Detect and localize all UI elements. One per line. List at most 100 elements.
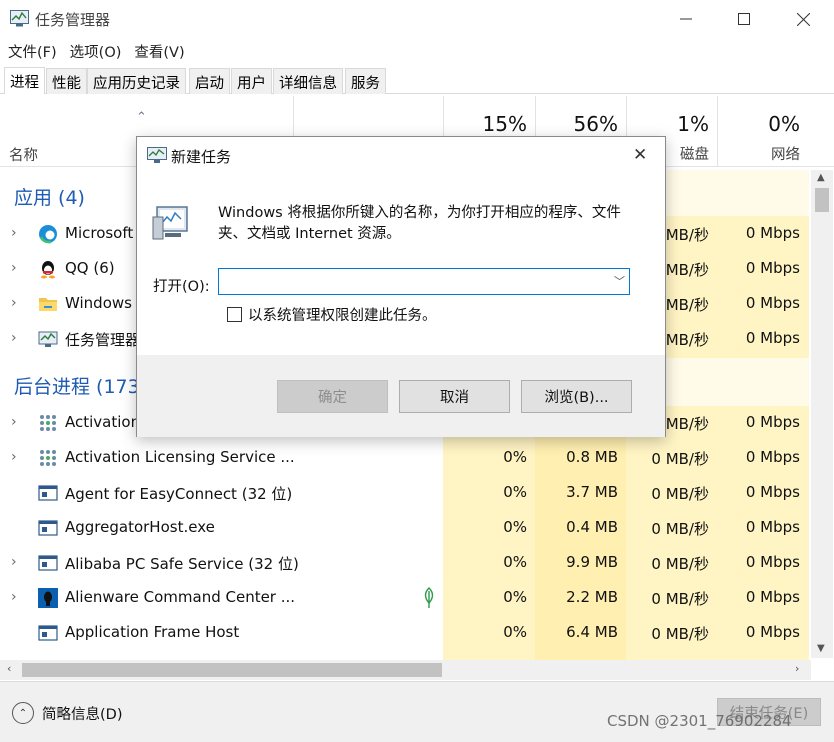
tab-app-history[interactable]: 应用历史记录 bbox=[87, 68, 186, 94]
network-value: 0 Mbps bbox=[745, 623, 800, 641]
scroll-up-icon[interactable]: ▲ bbox=[817, 172, 825, 183]
edge-icon bbox=[39, 225, 57, 244]
memory-value: 9.9 MB bbox=[566, 553, 618, 571]
fewer-details-button[interactable]: ⌃ 简略信息(D) bbox=[12, 702, 122, 724]
tab-performance[interactable]: 性能 bbox=[46, 68, 87, 94]
chevron-right-icon[interactable]: › bbox=[11, 330, 17, 346]
tab-users[interactable]: 用户 bbox=[231, 68, 272, 94]
dialog-button-bar: 确定 取消 浏览(B)... bbox=[137, 355, 665, 437]
process-name: QQ (6) bbox=[65, 259, 115, 277]
admin-checkbox[interactable] bbox=[227, 307, 242, 322]
efficiency-leaf-icon bbox=[424, 587, 434, 608]
memory-value: 6.4 MB bbox=[566, 623, 618, 641]
footer-bar: ⌃ 简略信息(D) 结束任务(E) CSDN @2301_76902284 bbox=[0, 681, 834, 742]
scroll-thumb[interactable] bbox=[815, 188, 829, 212]
process-name: Microsoft bbox=[65, 224, 134, 242]
chevron-down-icon[interactable]: ﹀ bbox=[614, 273, 625, 289]
cpu-value: 0% bbox=[503, 623, 527, 641]
browse-button[interactable]: 浏览(B)... bbox=[521, 380, 632, 413]
table-row[interactable]: › Alibaba PC Safe Service (32 位) 0% 9.9 … bbox=[0, 546, 809, 581]
column-name[interactable]: 名称 bbox=[9, 144, 38, 165]
tab-processes[interactable]: 进程 bbox=[4, 67, 45, 94]
process-name: Application Frame Host bbox=[65, 623, 240, 641]
window-app-icon bbox=[38, 555, 58, 571]
tab-details[interactable]: 详细信息 bbox=[273, 68, 343, 94]
disk-value: 0 MB/秒 bbox=[651, 590, 709, 608]
network-value: 0 Mbps bbox=[745, 448, 800, 466]
table-row[interactable]: AggregatorHost.exe 0% 0.4 MB 0 MB/秒 0 Mb… bbox=[0, 511, 809, 546]
column-network-label[interactable]: 网络 bbox=[717, 143, 800, 164]
chevron-right-icon[interactable]: › bbox=[11, 589, 17, 605]
process-name: AggregatorHost.exe bbox=[65, 518, 215, 536]
disk-value: 0 MB/秒 bbox=[651, 450, 709, 468]
chevron-up-icon: ⌃ bbox=[12, 702, 34, 724]
table-row[interactable]: › Activation Licensing Service ... 0% 0.… bbox=[0, 441, 809, 476]
scroll-thumb[interactable] bbox=[22, 663, 442, 677]
close-button[interactable] bbox=[773, 0, 833, 38]
horizontal-scrollbar[interactable]: ‹ › bbox=[0, 660, 811, 680]
process-name: Windows bbox=[65, 294, 132, 312]
process-name: 任务管理器 bbox=[65, 331, 141, 349]
chevron-right-icon[interactable]: › bbox=[11, 225, 17, 241]
new-task-dialog: 新建任务 ✕ Windows 将根据你所键入的名称，为你打开相应的程序、文件夹、… bbox=[136, 136, 666, 437]
cpu-value: 0% bbox=[503, 553, 527, 571]
table-row[interactable]: › Alienware Command Center ... 0% 2.2 MB… bbox=[0, 581, 809, 616]
column-cpu-percent[interactable]: 15% bbox=[443, 112, 527, 136]
vertical-scrollbar[interactable]: ▲ ▼ bbox=[811, 170, 833, 658]
chevron-right-icon[interactable]: › bbox=[11, 554, 17, 570]
admin-checkbox-label[interactable]: 以系统管理权限创建此任务。 bbox=[248, 304, 437, 325]
column-disk-percent[interactable]: 1% bbox=[626, 112, 709, 136]
memory-value: 3.7 MB bbox=[566, 483, 618, 501]
window-title: 任务管理器 bbox=[35, 11, 111, 29]
column-memory-percent[interactable]: 56% bbox=[535, 112, 618, 136]
menu-view[interactable]: 查看(V) bbox=[126, 38, 189, 64]
open-input[interactable] bbox=[219, 269, 599, 294]
minimize-icon bbox=[680, 18, 692, 20]
admin-checkbox-row[interactable]: 以系统管理权限创建此任务。 bbox=[227, 304, 437, 325]
tab-startup[interactable]: 启动 bbox=[189, 68, 230, 94]
network-value: 0 Mbps bbox=[745, 294, 800, 312]
table-row[interactable]: Application Frame Host 0% 6.4 MB 0 MB/秒 … bbox=[0, 616, 809, 651]
cpu-value: 0% bbox=[503, 518, 527, 536]
network-value: 0 Mbps bbox=[745, 483, 800, 501]
task-manager-icon bbox=[38, 331, 58, 347]
chevron-right-icon[interactable]: › bbox=[11, 449, 17, 465]
title-bar: 任务管理器 bbox=[0, 0, 834, 38]
memory-value: 0.4 MB bbox=[566, 518, 618, 536]
maximize-button[interactable] bbox=[714, 0, 774, 38]
column-network-percent[interactable]: 0% bbox=[717, 112, 800, 136]
scroll-left-icon[interactable]: ‹ bbox=[7, 662, 11, 675]
network-value: 0 Mbps bbox=[745, 259, 800, 277]
ok-button[interactable]: 确定 bbox=[277, 380, 388, 413]
chevron-right-icon[interactable]: › bbox=[11, 295, 17, 311]
menu-bar: 文件(F) 选项(O) 查看(V) bbox=[0, 38, 834, 64]
dots-grid-icon bbox=[40, 415, 56, 431]
tab-services[interactable]: 服务 bbox=[345, 68, 386, 94]
maximize-icon bbox=[738, 13, 750, 25]
open-combobox[interactable]: ﹀ bbox=[218, 268, 630, 295]
dialog-close-icon[interactable]: ✕ bbox=[633, 145, 647, 165]
process-name: Alienware Command Center ... bbox=[65, 588, 296, 606]
disk-value: 0 MB/秒 bbox=[651, 520, 709, 538]
alienware-icon bbox=[38, 588, 58, 608]
window-app-icon bbox=[38, 520, 58, 536]
chevron-right-icon[interactable]: › bbox=[11, 414, 17, 430]
minimize-button[interactable] bbox=[656, 0, 716, 38]
cancel-button[interactable]: 取消 bbox=[399, 380, 510, 413]
scroll-right-icon[interactable]: › bbox=[795, 662, 799, 675]
chevron-right-icon[interactable]: › bbox=[11, 260, 17, 276]
network-value: 0 Mbps bbox=[745, 413, 800, 431]
sort-ascending-icon: ⌃ bbox=[136, 110, 147, 125]
table-row[interactable]: Agent for EasyConnect (32 位) 0% 3.7 MB 0… bbox=[0, 476, 809, 511]
network-value: 0 Mbps bbox=[745, 588, 800, 606]
process-name: Activation Licensing Service ... bbox=[65, 448, 295, 466]
memory-value: 0.8 MB bbox=[566, 448, 618, 466]
menu-options[interactable]: 选项(O) bbox=[62, 38, 127, 64]
close-icon bbox=[796, 12, 810, 26]
folder-icon bbox=[39, 298, 57, 311]
dots-grid-icon bbox=[40, 450, 56, 466]
cpu-value: 0% bbox=[503, 588, 527, 606]
menu-file[interactable]: 文件(F) bbox=[0, 38, 62, 64]
task-manager-icon bbox=[147, 147, 167, 163]
scroll-down-icon[interactable]: ▼ bbox=[817, 643, 825, 654]
